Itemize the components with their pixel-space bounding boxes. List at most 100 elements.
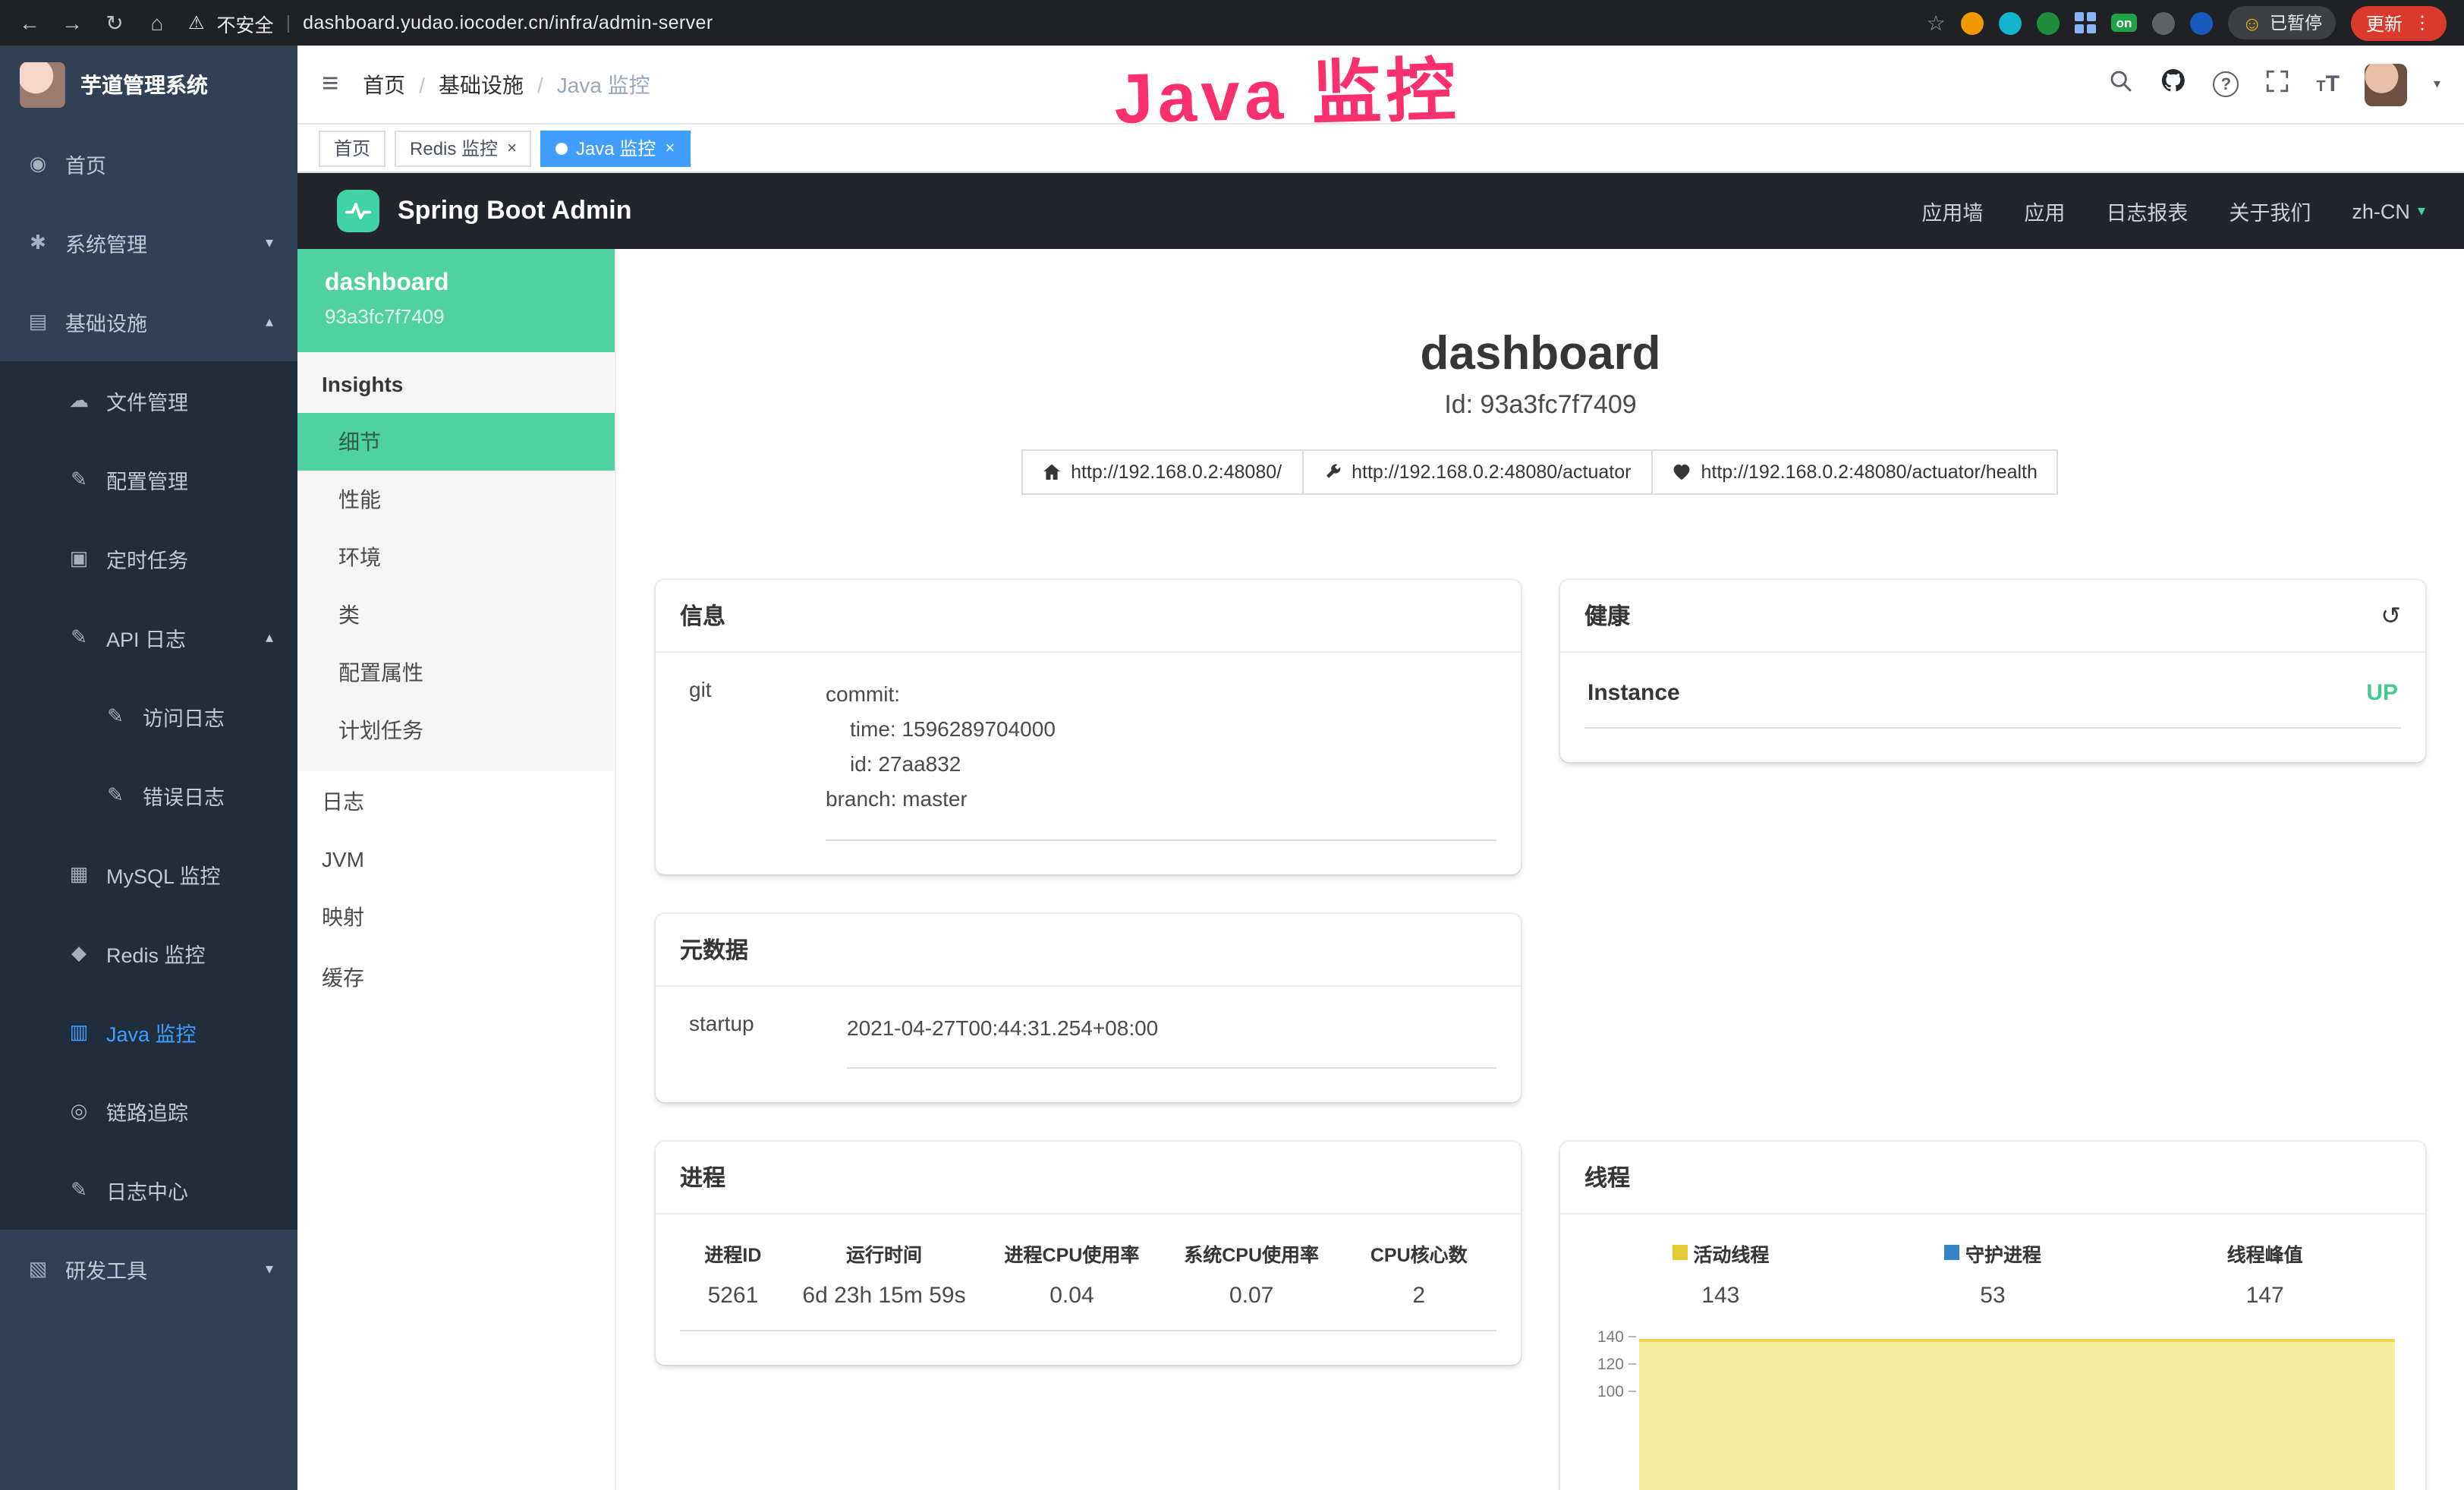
- sba-item-details[interactable]: 细节: [297, 413, 615, 471]
- user-avatar[interactable]: [2365, 63, 2408, 106]
- home-icon: [1042, 463, 1060, 481]
- sidebar-item-label: MySQL 监控: [106, 859, 221, 890]
- extension-on-badge[interactable]: on: [2111, 14, 2138, 32]
- chrome-update-button[interactable]: 更新 ⋮: [2351, 5, 2447, 40]
- extension-grid-icon[interactable]: [2075, 12, 2096, 33]
- sba-item-caches[interactable]: 缓存: [297, 947, 615, 1008]
- sba-logo-icon[interactable]: [337, 190, 379, 232]
- service-url: http://192.168.0.2:48080/: [1071, 461, 1282, 483]
- extension-icon-6[interactable]: [2190, 11, 2213, 34]
- breadcrumb: 首页 / 基础设施 / Java 监控: [363, 69, 650, 99]
- sba-item-logs[interactable]: 日志: [297, 771, 615, 832]
- profile-paused-badge[interactable]: ☺ 已暂停: [2228, 6, 2336, 39]
- sidebar-item-system[interactable]: ✱ 系统管理 ▾: [0, 203, 297, 282]
- sidebar-item-java-monitor[interactable]: ▥ Java 监控: [0, 993, 297, 1072]
- sidebar-item-files[interactable]: ☁ 文件管理: [0, 361, 297, 440]
- sba-item-configprops[interactable]: 配置属性: [297, 644, 615, 701]
- app-title: 芋道管理系统: [80, 70, 208, 100]
- sba-nav-wallboard[interactable]: 应用墙: [1921, 196, 1983, 226]
- timer-icon: ▣: [67, 547, 91, 571]
- sidebar-item-redis[interactable]: ◆ Redis 监控: [0, 914, 297, 993]
- sidebar-item-home[interactable]: ◉ 首页: [0, 124, 297, 203]
- sidebar-item-error-log[interactable]: ✎ 错误日志: [0, 756, 297, 835]
- chevron-down-icon[interactable]: ▾: [2434, 76, 2440, 93]
- legend-label: 活动线程: [1584, 1238, 1857, 1267]
- reload-icon[interactable]: ↻: [103, 10, 126, 36]
- actuator-url: http://192.168.0.2:48080/actuator: [1352, 461, 1631, 483]
- spring-boot-admin: Spring Boot Admin 应用墙 应用 日志报表 关于我们 zh-CN…: [297, 173, 2464, 1490]
- app-logo[interactable]: 芋道管理系统: [0, 46, 297, 124]
- legend-text: 线程峰值: [2227, 1238, 2303, 1267]
- sidebar-item-config[interactable]: ✎ 配置管理: [0, 440, 297, 519]
- col-header: 运行时间: [786, 1238, 982, 1267]
- health-row[interactable]: Instance UP: [1584, 677, 2401, 729]
- health-url-button[interactable]: http://192.168.0.2:48080/actuator/health: [1651, 449, 2058, 495]
- sidebar-item-api-log[interactable]: ✎ API 日志 ▴: [0, 598, 297, 677]
- sba-item-jvm[interactable]: JVM: [297, 832, 615, 887]
- chevron-down-icon: ▾: [266, 235, 273, 251]
- font-size-icon[interactable]: TT: [2316, 71, 2340, 98]
- fullscreen-icon[interactable]: [2264, 68, 2290, 101]
- hamburger-icon[interactable]: ≡: [322, 68, 338, 101]
- metadata-row: startup 2021-04-27T00:44:31.254+08:00: [680, 1010, 1496, 1068]
- extension-icon-3[interactable]: [2037, 11, 2060, 34]
- sba-item-mappings[interactable]: 映射: [297, 887, 615, 947]
- breadcrumb-separator: /: [419, 72, 425, 96]
- back-icon[interactable]: ←: [18, 11, 41, 35]
- sba-item-scheduled[interactable]: 计划任务: [297, 701, 615, 759]
- card-title: 信息: [656, 580, 1521, 653]
- sidebar-item-label: 链路追踪: [106, 1096, 188, 1126]
- cards-grid: 信息 git commit: time: 1596289704000 id: 2: [656, 580, 2425, 1490]
- tab-home[interactable]: 首页: [319, 130, 385, 166]
- sidebar-item-log-center[interactable]: ✎ 日志中心: [0, 1151, 297, 1230]
- info-row: git commit: time: 1596289704000 id: 27aa…: [680, 677, 1496, 840]
- sidebar-item-jobs[interactable]: ▣ 定时任务: [0, 519, 297, 598]
- tab-close-icon[interactable]: ×: [665, 139, 675, 157]
- logo-avatar: [20, 62, 65, 108]
- sidebar-item-label: 文件管理: [106, 386, 188, 416]
- info-card: 信息 git commit: time: 1596289704000 id: 2: [656, 580, 1521, 874]
- actuator-url-button[interactable]: http://192.168.0.2:48080/actuator: [1301, 449, 1652, 495]
- tab-redis-monitor[interactable]: Redis 监控 ×: [395, 130, 532, 166]
- col-header: 进程CPU使用率: [982, 1238, 1162, 1267]
- extension-icon-5[interactable]: [2152, 11, 2175, 34]
- tags-view: 首页 Redis 监控 × Java 监控 ×: [297, 124, 2464, 173]
- forward-icon[interactable]: →: [61, 11, 83, 35]
- breadcrumb-item[interactable]: 首页: [363, 69, 405, 99]
- sidebar-item-tracing[interactable]: ◎ 链路追踪: [0, 1072, 297, 1151]
- search-icon[interactable]: [2108, 68, 2134, 101]
- sba-nav-journal[interactable]: 日志报表: [2106, 196, 2188, 226]
- sba-item-classes[interactable]: 类: [297, 586, 615, 644]
- cloud-icon: ☁: [67, 389, 91, 413]
- sidebar-item-mysql[interactable]: ▦ MySQL 监控: [0, 835, 297, 914]
- instance-header[interactable]: dashboard 93a3fc7f7409: [297, 249, 615, 352]
- infrastructure-submenu: ☁ 文件管理 ✎ 配置管理 ▣ 定时任务 ✎ API 日志 ▴: [0, 361, 297, 1230]
- service-url-button[interactable]: http://192.168.0.2:48080/: [1021, 449, 1303, 495]
- card-title: 元数据: [656, 913, 1521, 986]
- extension-icon-1[interactable]: [1961, 11, 1984, 34]
- git-branch-line: branch: master: [826, 783, 1496, 817]
- tab-java-monitor[interactable]: Java 监控 ×: [541, 130, 690, 166]
- sba-nav-about[interactable]: 关于我们: [2229, 196, 2311, 226]
- address-bar[interactable]: ⚠ 不安全 | dashboard.yudao.iocoder.cn/infra…: [188, 8, 713, 37]
- sidebar-item-devtools[interactable]: ▧ 研发工具 ▾: [0, 1230, 297, 1309]
- bookmark-star-icon[interactable]: ☆: [1927, 10, 1946, 36]
- tab-close-icon[interactable]: ×: [507, 139, 517, 157]
- instance-id: 93a3fc7f7409: [325, 305, 587, 328]
- breadcrumb-item[interactable]: 基础设施: [439, 69, 524, 99]
- history-icon[interactable]: ↺: [2381, 600, 2401, 631]
- extension-icon-2[interactable]: [1999, 11, 2022, 34]
- y-tick: 140: [1597, 1328, 1636, 1346]
- home-icon[interactable]: ⌂: [146, 11, 168, 35]
- sba-item-performance[interactable]: 性能: [297, 471, 615, 528]
- sba-item-environment[interactable]: 环境: [297, 528, 615, 586]
- help-icon[interactable]: ?: [2213, 71, 2239, 97]
- locale-select[interactable]: zh-CN ▾: [2352, 200, 2425, 222]
- app-frame: 芋道管理系统 ◉ 首页 ✱ 系统管理 ▾ ▤ 基础设施 ▴: [0, 46, 2464, 1490]
- warning-icon: ⚠: [188, 12, 205, 33]
- sba-nav-applications[interactable]: 应用: [2024, 196, 2065, 226]
- github-icon[interactable]: [2160, 67, 2187, 102]
- sidebar-item-infrastructure[interactable]: ▤ 基础设施 ▴: [0, 282, 297, 361]
- sidebar-item-access-log[interactable]: ✎ 访问日志: [0, 677, 297, 756]
- paused-label: 已暂停: [2270, 11, 2322, 35]
